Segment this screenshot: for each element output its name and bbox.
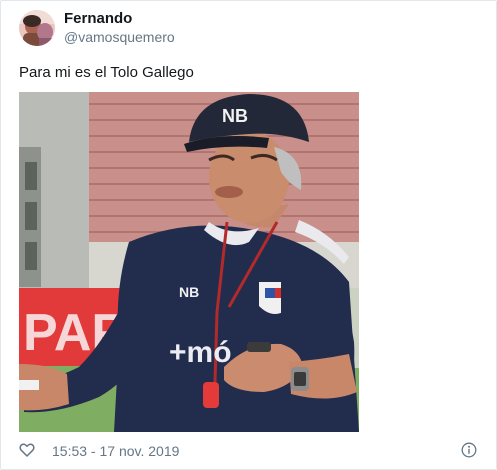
tweet-footer: 15:53 - 17 nov. 2019 [19, 442, 479, 460]
display-name[interactable]: Fernando [64, 10, 132, 28]
tweet-text: Para mi es el Tolo Gallego [19, 64, 194, 81]
avatar[interactable] [19, 10, 55, 46]
cap-logo: NB [222, 106, 248, 126]
avatar-image [19, 10, 55, 46]
tweet-media-photo[interactable]: PAF NB NB +mó [19, 92, 359, 432]
tweet-card: Fernando @vamosquemero Para mi es el Tol… [0, 0, 497, 470]
photo-coach-with-whistle: PAF NB NB +mó [19, 92, 359, 432]
tweet-timestamp[interactable]: 15:53 - 17 nov. 2019 [52, 443, 179, 459]
shirt-brand: +mó [169, 336, 232, 369]
shirt-logo: NB [179, 284, 199, 300]
info-icon[interactable] [461, 442, 477, 458]
heart-icon[interactable] [19, 442, 35, 458]
user-handle[interactable]: @vamosquemero [64, 29, 175, 46]
